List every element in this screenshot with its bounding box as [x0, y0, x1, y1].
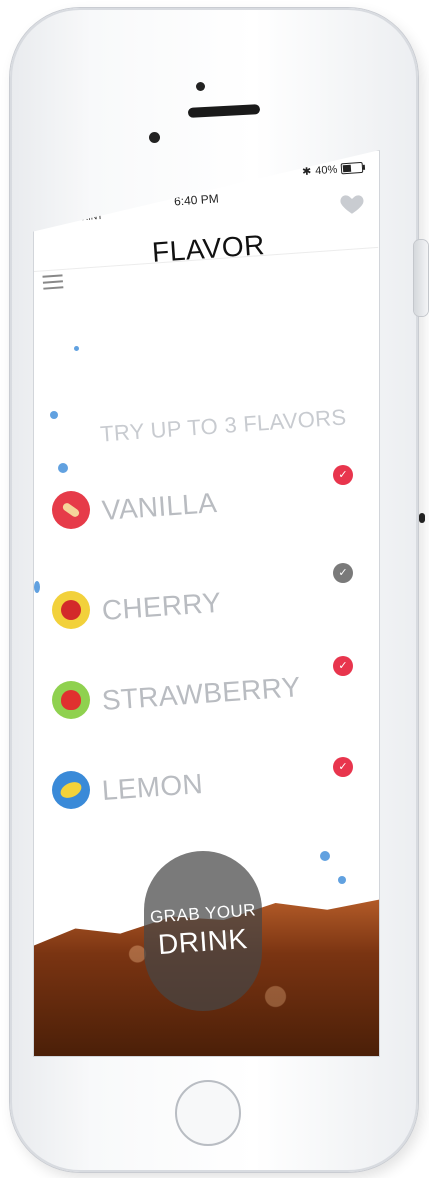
cherry-icon — [52, 591, 90, 629]
unselected-check-icon[interactable]: ✓ — [333, 563, 353, 583]
flavor-row-cherry[interactable]: CHERRY — [52, 587, 372, 651]
strawberry-icon — [52, 681, 90, 719]
paint-splash — [34, 581, 40, 593]
paint-splash — [58, 463, 68, 473]
home-button[interactable] — [175, 1080, 241, 1146]
selected-check-icon[interactable]: ✓ — [333, 757, 353, 777]
grab-drink-button[interactable]: GRAB YOUR DRINK — [144, 851, 262, 1011]
battery-icon — [340, 161, 364, 175]
side-button[interactable] — [414, 240, 428, 316]
heart-icon[interactable] — [339, 191, 365, 217]
paint-splash — [50, 411, 58, 419]
flavor-label: VANILLA — [100, 487, 218, 526]
battery-percent: 40% — [314, 163, 338, 177]
proximity-sensor — [196, 82, 205, 91]
front-camera — [149, 132, 160, 143]
flavor-label: LEMON — [100, 767, 204, 806]
flavor-row-strawberry[interactable]: STRAWBERRY — [52, 671, 372, 741]
grab-button-line2: DRINK — [157, 922, 249, 961]
paint-splash — [320, 851, 330, 861]
app-screen: ✱ 40% 6:40 PM ●●○○○ SPRINT FLAVOR TRY UP… — [33, 150, 380, 1057]
flavor-row-vanilla[interactable]: VANILLA — [52, 487, 372, 551]
vanilla-icon — [52, 491, 90, 529]
side-sensor — [419, 513, 425, 523]
paint-splash — [338, 876, 346, 884]
flavor-row-lemon[interactable]: LEMON — [52, 767, 372, 831]
paint-splash — [74, 346, 79, 351]
selected-check-icon[interactable]: ✓ — [333, 656, 353, 676]
lemon-icon — [52, 771, 90, 809]
earpiece-speaker — [187, 104, 261, 118]
flavor-label: CHERRY — [100, 586, 223, 626]
selected-check-icon[interactable]: ✓ — [333, 465, 353, 485]
flavor-label: STRAWBERRY — [100, 671, 302, 716]
page-title: FLAVOR — [151, 229, 266, 268]
app-screenshot: ✱ 40% 6:40 PM ●●○○○ SPRINT FLAVOR TRY UP… — [0, 0, 429, 1178]
hamburger-menu-icon[interactable] — [42, 274, 64, 291]
flavor-prompt: TRY UP TO 3 FLAVORS — [99, 404, 348, 447]
